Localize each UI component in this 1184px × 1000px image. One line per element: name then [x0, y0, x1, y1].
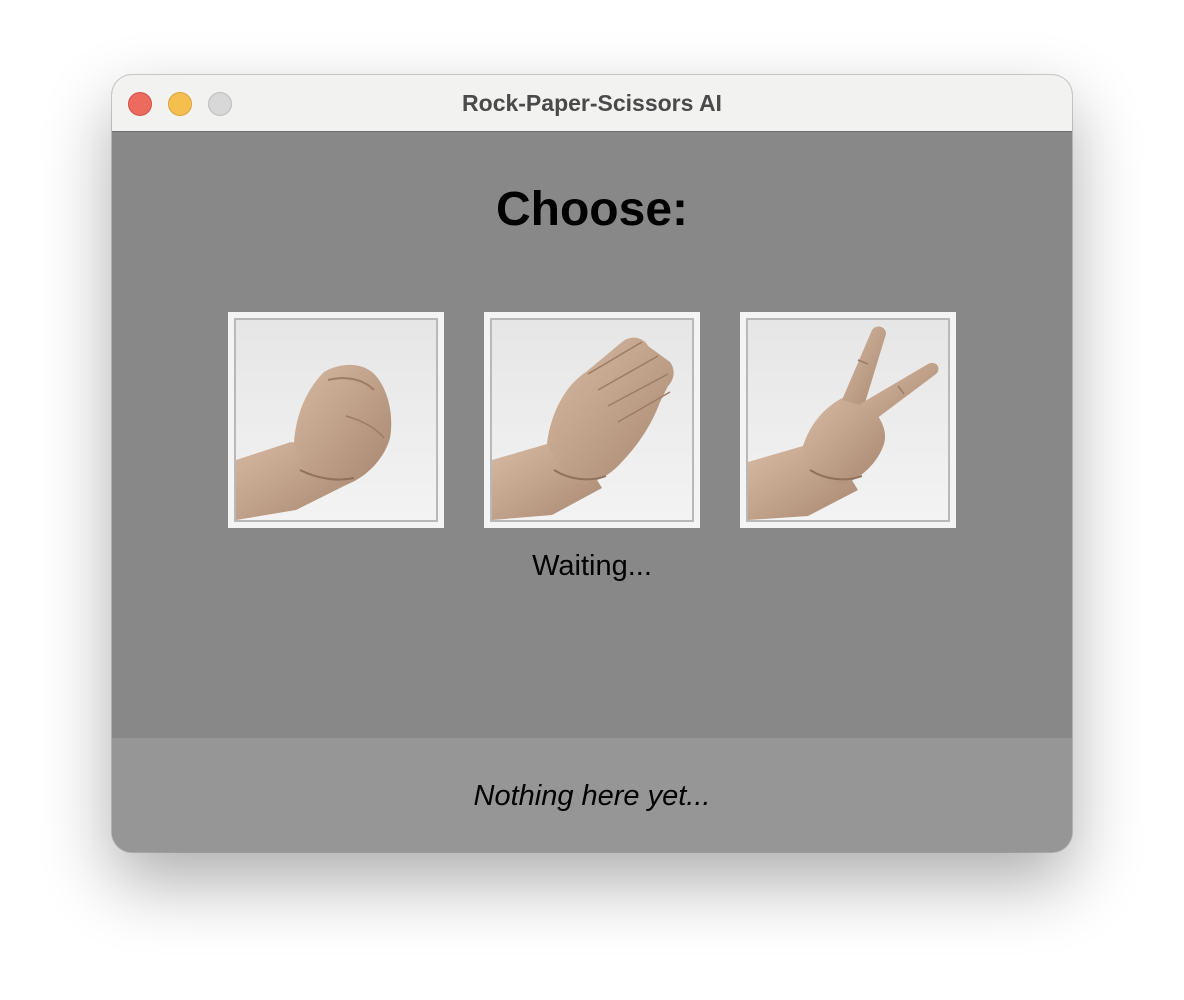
rock-image-frame: [234, 318, 438, 522]
paper-choice-button[interactable]: [484, 312, 700, 528]
two-finger-hand-icon: [748, 326, 939, 520]
scissors-image-frame: [746, 318, 950, 522]
history-message: Nothing here yet...: [473, 780, 711, 812]
history-panel: Nothing here yet...: [112, 738, 1072, 852]
game-panel: Choose: Waiting...: [112, 132, 1072, 738]
game-status: Waiting...: [532, 550, 652, 582]
app-window: Rock-Paper-Scissors AI Choose: Waiting..…: [112, 75, 1072, 852]
flat-hand-icon: [492, 337, 674, 520]
choose-heading: Choose:: [496, 183, 688, 236]
title-bar[interactable]: Rock-Paper-Scissors AI: [112, 75, 1072, 132]
paper-image-frame: [490, 318, 694, 522]
window-title: Rock-Paper-Scissors AI: [462, 90, 722, 116]
rock-choice-button[interactable]: [228, 312, 444, 528]
fist-hand-icon: [236, 364, 392, 520]
scissors-choice-button[interactable]: [740, 312, 956, 528]
